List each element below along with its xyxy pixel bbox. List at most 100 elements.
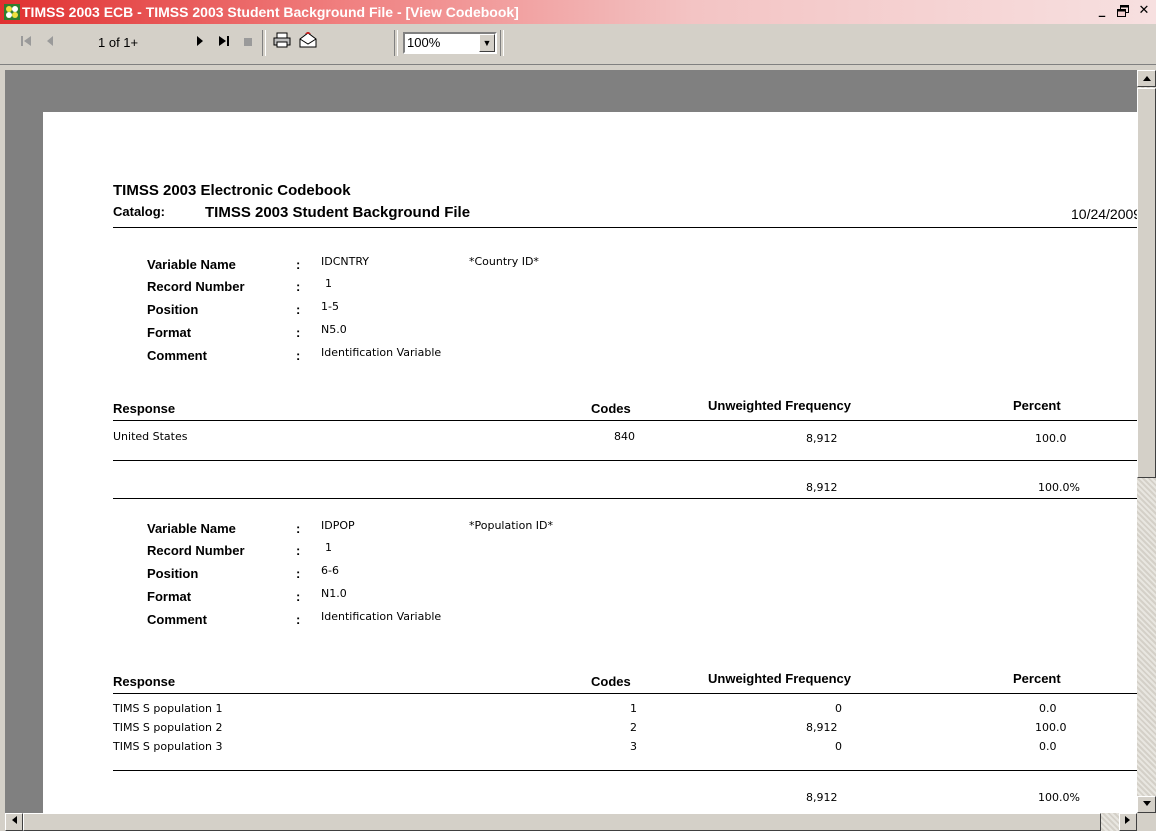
chevron-down-icon[interactable]: ▼ <box>479 34 495 52</box>
format-label: Format <box>147 589 192 604</box>
field-colon: : <box>296 348 301 363</box>
response-cell: United States <box>113 430 188 443</box>
export-button[interactable] <box>298 31 318 54</box>
scroll-right-icon <box>1125 816 1130 824</box>
window-controls: _ ✕ <box>1092 2 1154 22</box>
variable-name-label: Variable Name <box>147 257 236 272</box>
response-cell: TIMS S population 3 <box>113 740 223 753</box>
total-percent: 100.0% <box>1038 791 1080 804</box>
response-cell: TIMS S population 1 <box>113 702 223 715</box>
code-cell: 3 <box>630 740 637 753</box>
comment-value: Identification Variable <box>321 346 442 359</box>
variable-name-label: Variable Name <box>147 521 236 536</box>
next-page-icon <box>197 36 203 46</box>
close-button[interactable]: ✕ <box>1134 2 1154 20</box>
percent-cell: 100.0 <box>1035 721 1067 734</box>
field-colon: : <box>296 257 301 272</box>
scrollbar-corner <box>1137 813 1156 831</box>
table-rule <box>113 770 1137 771</box>
variable-description: *Country ID* <box>469 255 539 268</box>
printer-icon <box>273 32 291 48</box>
app-icon <box>4 4 20 20</box>
header-rule <box>113 227 1137 228</box>
stop-button[interactable] <box>240 32 256 54</box>
frequency-cell: 8,912 <box>806 432 838 445</box>
restore-icon <box>1117 5 1129 17</box>
horizontal-scroll-thumb[interactable] <box>23 813 1101 831</box>
restore-button[interactable] <box>1113 2 1133 20</box>
print-button[interactable] <box>272 32 292 54</box>
export-icon <box>299 31 317 48</box>
format-value: N5.0 <box>321 323 347 336</box>
zoom-value: 100% <box>407 35 441 50</box>
frequency-cell: 0 <box>835 740 842 753</box>
field-colon: : <box>296 325 301 340</box>
position-label: Position <box>147 566 199 581</box>
report-viewport: TIMSS 2003 Electronic Codebook Catalog: … <box>5 70 1137 813</box>
previous-page-button[interactable] <box>42 32 58 54</box>
variable-name-value: IDPOP <box>321 519 355 532</box>
column-header-frequency: Unweighted Frequency <box>708 398 852 413</box>
horizontal-scrollbar[interactable] <box>5 813 1137 831</box>
code-cell: 840 <box>614 430 635 443</box>
first-page-button[interactable] <box>18 32 34 54</box>
column-header-response: Response <box>113 401 176 416</box>
record-number-value: 1 <box>325 541 332 554</box>
format-value: N1.0 <box>321 587 347 600</box>
frequency-cell: 8,912 <box>806 721 838 734</box>
toolbar-separator <box>500 30 504 56</box>
scroll-down-button[interactable] <box>1137 796 1156 813</box>
format-label: Format <box>147 325 192 340</box>
percent-cell: 0.0 <box>1039 740 1057 753</box>
comment-label: Comment <box>147 348 207 363</box>
field-colon: : <box>296 279 301 294</box>
next-page-button[interactable] <box>192 32 208 54</box>
total-percent: 100.0% <box>1038 481 1080 494</box>
page-indicator: 1 of 1+ <box>98 35 139 50</box>
column-header-frequency: Unweighted Frequency <box>708 671 852 686</box>
title-bar: TIMSS 2003 ECB - TIMSS 2003 Student Back… <box>0 0 1156 24</box>
vertical-scrollbar[interactable] <box>1137 70 1156 813</box>
report-date: 10/24/2009 <box>1071 206 1137 222</box>
field-colon: : <box>296 566 301 581</box>
zoom-select[interactable]: 100% ▼ <box>403 32 497 54</box>
variable-description: *Population ID* <box>469 519 554 532</box>
toolbar: 1 of 1+ 100% ▼ <box>0 24 1156 65</box>
column-header-response: Response <box>113 674 176 689</box>
scroll-down-icon <box>1142 801 1151 806</box>
column-header-codes: Codes <box>591 401 631 416</box>
catalog-value: TIMSS 2003 Student Background File <box>205 204 471 221</box>
minimize-button[interactable]: _ <box>1092 2 1112 20</box>
field-colon: : <box>296 302 301 317</box>
column-header-percent: Percent <box>1013 671 1061 686</box>
scroll-up-button[interactable] <box>1137 70 1156 87</box>
scroll-right-button[interactable] <box>1119 813 1137 831</box>
position-label: Position <box>147 302 199 317</box>
last-page-icon <box>219 36 229 46</box>
percent-cell: 100.0 <box>1035 432 1067 445</box>
position-value: 1-5 <box>321 300 339 313</box>
toolbar-separator <box>394 30 398 56</box>
section-rule <box>113 498 1137 499</box>
window-title: TIMSS 2003 ECB - TIMSS 2003 Student Back… <box>22 4 519 20</box>
stop-icon <box>244 38 252 46</box>
code-cell: 2 <box>630 721 637 734</box>
total-frequency: 8,912 <box>806 791 838 804</box>
vertical-scroll-thumb[interactable] <box>1137 88 1156 478</box>
scroll-left-icon <box>12 816 17 824</box>
table-rule <box>113 420 1137 421</box>
comment-value: Identification Variable <box>321 610 442 623</box>
field-colon: : <box>296 612 301 627</box>
code-cell: 1 <box>630 702 637 715</box>
table-rule <box>113 693 1137 694</box>
report-page: TIMSS 2003 Electronic Codebook Catalog: … <box>43 112 1137 813</box>
frequency-cell: 0 <box>835 702 842 715</box>
field-colon: : <box>296 589 301 604</box>
percent-cell: 0.0 <box>1039 702 1057 715</box>
column-header-percent: Percent <box>1013 398 1061 413</box>
comment-label: Comment <box>147 612 207 627</box>
scroll-left-button[interactable] <box>5 813 23 831</box>
toolbar-separator <box>262 30 266 56</box>
last-page-button[interactable] <box>216 32 232 54</box>
first-page-icon <box>21 36 31 46</box>
